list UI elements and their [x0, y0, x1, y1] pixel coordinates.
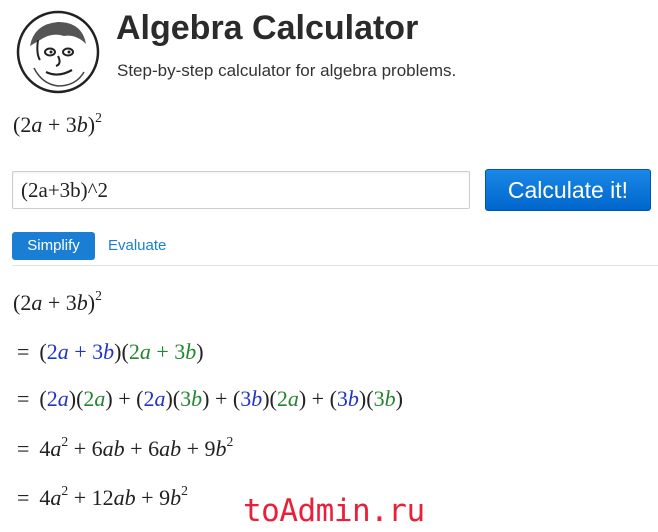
expression-input[interactable]	[12, 171, 470, 209]
input-preview: (2a + 3b)2	[13, 109, 102, 137]
app-title: Algebra Calculator	[116, 9, 419, 47]
watermark: toAdmin.ru	[243, 493, 425, 529]
solution-step: = 4a2 + 12ab + 9b2	[17, 482, 188, 510]
solution-step: = (2a + 3b)(2a + 3b)	[17, 339, 204, 364]
calculate-button[interactable]: Calculate it!	[485, 169, 651, 211]
logo	[16, 10, 100, 94]
solution-step: = (2a)(2a) + (2a)(3b) + (3b)(2a) + (3b)(3…	[17, 386, 403, 411]
solution-step: (2a + 3b)2	[13, 287, 102, 315]
solution-step: = 4a2 + 6ab + 6ab + 9b2	[17, 433, 234, 461]
mode-tabs: Simplify Evaluate	[12, 232, 658, 266]
tab-simplify[interactable]: Simplify	[12, 232, 95, 260]
tab-evaluate[interactable]: Evaluate	[108, 232, 166, 260]
app-subtitle: Step-by-step calculator for algebra prob…	[117, 61, 457, 80]
cartoon-face-icon	[16, 10, 100, 94]
